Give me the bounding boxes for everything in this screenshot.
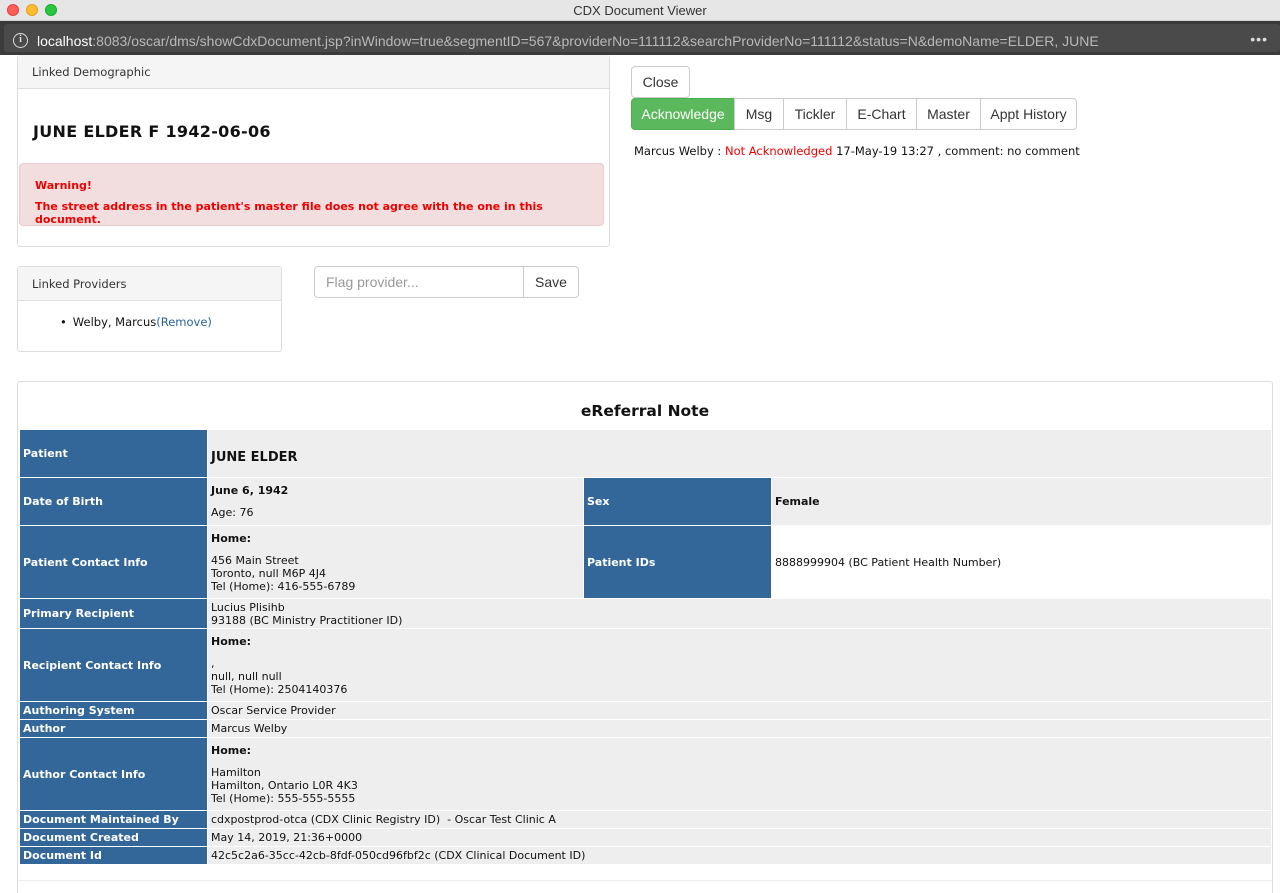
ack-status-value: Not Acknowledged: [724, 144, 833, 158]
table-row: Patient Contact Info Home: 456 Main Stre…: [19, 525, 1272, 599]
patient-name: JUNE ELDER: [211, 450, 298, 465]
table-row: Primary Recipient Lucius Plisihb 93188 (…: [19, 598, 1272, 629]
author-line: Hamilton, Ontario L0R 4K3: [211, 778, 358, 792]
remove-provider-link[interactable]: (Remove): [156, 315, 212, 329]
acknowledge-button[interactable]: Acknowledge: [631, 98, 735, 130]
dob-value: June 6, 1942 Age: 76: [207, 477, 584, 526]
primary-line: 93188 (BC Ministry Practitioner ID): [211, 613, 403, 627]
document-created-label: Document Created: [19, 828, 208, 847]
author-line: Tel (Home): 555-555-5555: [211, 791, 356, 805]
table-row: Authoring System Oscar Service Provider: [19, 701, 1272, 720]
recipient-line: null, null null: [211, 669, 282, 683]
info-icon[interactable]: i: [13, 33, 28, 48]
linked-demographic-heading: Linked Demographic: [18, 55, 609, 89]
ereferral-table: Patient JUNE ELDER Date of Birth June 6,…: [19, 429, 1272, 865]
dob-date: June 6, 1942: [211, 484, 289, 497]
provider-list-item: • Welby, Marcus(Remove): [60, 315, 212, 329]
linked-providers-panel: Linked Providers • Welby, Marcus(Remove): [17, 266, 282, 352]
appt-history-button[interactable]: Appt History: [980, 98, 1077, 130]
document-id-label: Document Id: [19, 846, 208, 865]
contact-line: Tel (Home): 416-555-6789: [211, 579, 356, 593]
ereferral-note-panel: eReferral Note Patient JUNE ELDER Date o…: [17, 381, 1273, 893]
recipient-home-label: Home:: [211, 634, 252, 648]
ereferral-title: eReferral Note: [580, 402, 710, 420]
maintained-by-label: Document Maintained By: [19, 810, 208, 829]
contact-home-label: Home:: [211, 531, 252, 545]
patient-ids-label: Patient IDs: [583, 525, 772, 599]
linked-demographic-panel: Linked Demographic JUNE ELDER F 1942-06-…: [17, 55, 610, 247]
patient-contact-label: Patient Contact Info: [19, 525, 208, 599]
url-field[interactable]: i localhost:8083/oscar/dms/showCdxDocume…: [4, 24, 1280, 52]
authoring-system-label: Authoring System: [19, 701, 208, 720]
ack-provider: Marcus Welby :: [634, 144, 722, 158]
acknowledgement-status: Marcus Welby : Not Acknowledged 17-May-1…: [634, 144, 1080, 158]
patient-value: JUNE ELDER: [207, 429, 1272, 478]
window-title: CDX Document Viewer: [573, 3, 707, 18]
master-button[interactable]: Master: [916, 98, 981, 130]
table-row: Document Id 42c5c2a6-35cc-42cb-8fdf-050c…: [19, 846, 1272, 865]
recipient-contact-value: Home: , null, null null Tel (Home): 2504…: [207, 628, 1272, 702]
more-options-icon[interactable]: •••: [1250, 31, 1268, 47]
table-row: Document Maintained By cdxpostprod-otca …: [19, 810, 1272, 829]
provider-name: Welby, Marcus: [72, 315, 157, 329]
table-row: Document Created May 14, 2019, 21:36+000…: [19, 828, 1272, 847]
document-created-value: May 14, 2019, 21:36+0000: [207, 828, 1272, 847]
contact-line: 456 Main Street: [211, 553, 299, 567]
patient-ids-value: 8888999904 (BC Patient Health Number): [771, 525, 1272, 599]
panel-divider: [18, 880, 1272, 881]
author-label: Author: [19, 719, 208, 738]
dob-label: Date of Birth: [19, 477, 208, 526]
patient-contact-value: Home: 456 Main Street Toronto, null M6P …: [207, 525, 584, 599]
table-row: Author Marcus Welby: [19, 719, 1272, 738]
sex-value: Female: [771, 477, 1272, 526]
sex-label: Sex: [583, 477, 772, 526]
author-contact-label: Author Contact Info: [19, 737, 208, 811]
authoring-system-value: Oscar Service Provider: [207, 701, 1272, 720]
echart-button[interactable]: E-Chart: [846, 98, 917, 130]
url-path: :8083/oscar/dms/showCdxDocument.jsp?inWi…: [92, 33, 1099, 49]
recipient-line: Tel (Home): 2504140376: [211, 682, 348, 696]
tickler-button[interactable]: Tickler: [783, 98, 847, 130]
window-titlebar: CDX Document Viewer: [0, 0, 1280, 21]
table-row: Author Contact Info Home: Hamilton Hamil…: [19, 737, 1272, 811]
primary-line: Lucius Plisihb: [211, 600, 285, 614]
contact-line: Toronto, null M6P 4J4: [211, 566, 327, 580]
msg-button[interactable]: Msg: [734, 98, 784, 130]
author-value: Marcus Welby: [207, 719, 1272, 738]
linked-providers-heading: Linked Providers: [18, 267, 281, 301]
recipient-contact-label: Recipient Contact Info: [19, 628, 208, 702]
primary-recipient-value: Lucius Plisihb 93188 (BC Ministry Practi…: [207, 598, 1272, 629]
patient-label: Patient: [19, 429, 208, 478]
maintained-by-value: cdxpostprod-otca (CDX Clinic Registry ID…: [207, 810, 1272, 829]
warning-title: Warning!: [35, 179, 92, 192]
address-bar: i localhost:8083/oscar/dms/showCdxDocume…: [0, 21, 1280, 55]
age-text: Age: 76: [211, 506, 254, 519]
address-warning-alert: Warning! The street address in the patie…: [19, 163, 604, 226]
recipient-line: ,: [211, 656, 215, 670]
table-row: Patient JUNE ELDER: [19, 429, 1272, 478]
table-row: Date of Birth June 6, 1942 Age: 76 Sex F…: [19, 477, 1272, 526]
document-id-value: 42c5c2a6-35cc-42cb-8fdf-050cd96fbf2c (CD…: [207, 846, 1272, 865]
ack-details: 17-May-19 13:27 , comment: no comment: [836, 144, 1080, 158]
flag-provider-input[interactable]: [314, 266, 524, 298]
author-home-label: Home:: [211, 743, 252, 757]
close-button[interactable]: Close: [631, 66, 690, 98]
table-row: Recipient Contact Info Home: , null, nul…: [19, 628, 1272, 702]
url-text[interactable]: localhost:8083/oscar/dms/showCdxDocument…: [37, 33, 1099, 49]
primary-recipient-label: Primary Recipient: [19, 598, 208, 629]
bullet-icon: •: [60, 315, 67, 329]
save-button[interactable]: Save: [523, 266, 579, 298]
demographic-name: JUNE ELDER F 1942-06-06: [33, 122, 271, 141]
author-line: Hamilton: [211, 765, 261, 779]
author-contact-value: Home: Hamilton Hamilton, Ontario L0R 4K3…: [207, 737, 1272, 811]
warning-message: The street address in the patient's mast…: [35, 200, 543, 226]
url-host: localhost: [37, 33, 93, 49]
